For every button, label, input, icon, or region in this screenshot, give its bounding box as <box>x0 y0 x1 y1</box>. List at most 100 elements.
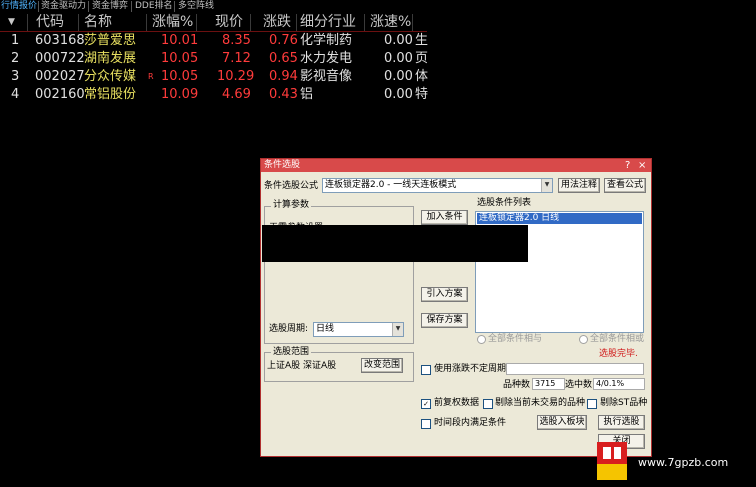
column-divider <box>250 14 251 31</box>
tab-capital-drive[interactable]: 资金驱动力 <box>41 0 86 13</box>
stock-code: 002027 <box>35 69 85 84</box>
column-divider <box>296 14 297 31</box>
tab-dde-rank[interactable]: DDE排名 <box>135 0 173 13</box>
close-icon[interactable]: × <box>638 159 646 172</box>
count-label: 品种数 <box>503 380 531 390</box>
column-header-code[interactable]: 代码 <box>36 13 64 32</box>
pre-rights-checkbox[interactable]: ✓ <box>421 399 431 409</box>
tab-bull-bear[interactable]: 多空阵线 <box>178 0 214 13</box>
change-pct: 10.01 <box>161 33 199 48</box>
redacted-area <box>262 225 528 262</box>
column-divider <box>412 14 413 31</box>
watermark-logo-icon <box>597 442 627 480</box>
price: 4.69 <box>222 87 251 102</box>
save-scheme-button[interactable]: 保存方案 <box>421 313 468 328</box>
price: 8.35 <box>222 33 251 48</box>
speed: 0.00 <box>384 87 413 102</box>
change-amount: 0.94 <box>269 69 298 84</box>
stock-name: 莎普爱思 <box>84 33 137 48</box>
period-select[interactable]: 日线 ▼ <box>313 322 404 337</box>
change-range-button[interactable]: 改变范围 <box>361 358 403 373</box>
industry: 化学制药 <box>300 33 353 48</box>
stock-name: 常铝股份 <box>84 87 137 102</box>
column-header-speed[interactable]: 涨速% <box>370 13 411 32</box>
time-range-checkbox[interactable] <box>421 419 431 429</box>
sort-indicator-icon[interactable]: ▼ <box>8 13 15 32</box>
column-divider <box>196 14 197 31</box>
change-amount: 0.65 <box>269 51 298 66</box>
dialog-title: 条件选股 <box>264 160 301 170</box>
change-pct: 10.05 <box>161 51 199 66</box>
formula-select[interactable]: 连板锁定器2.0 - 一线天连板模式 ▼ <box>322 178 553 193</box>
stock-code: 000722 <box>35 51 85 66</box>
help-icon[interactable]: ? <box>625 159 630 172</box>
row-index: 4 <box>11 87 20 102</box>
exclude-suspended-checkbox[interactable] <box>483 399 493 409</box>
import-scheme-button[interactable]: 引入方案 <box>421 287 468 302</box>
view-formula-button[interactable]: 查看公式 <box>604 178 646 193</box>
column-header-change-pct[interactable]: 涨幅% <box>152 13 193 32</box>
industry: 铝 <box>300 87 314 102</box>
period-value: 日线 <box>316 324 335 334</box>
range-text: 上证A股 深证A股 <box>267 361 337 371</box>
count-value: 3715 <box>532 378 565 390</box>
watermark-logo <box>597 442 627 480</box>
column-divider <box>364 14 365 31</box>
exclude-suspended-label: 剔除当前未交易的品种 <box>495 398 586 408</box>
price: 7.12 <box>222 51 251 66</box>
change-amount: 0.43 <box>269 87 298 102</box>
formula-value: 连板锁定器2.0 - 一线天连板模式 <box>325 180 457 190</box>
uncertain-period-checkbox[interactable] <box>421 365 431 375</box>
extra-column-text: 页 <box>415 51 429 66</box>
condition-list-item[interactable]: 连板锁定器2.0 日线 <box>477 213 642 224</box>
row-index: 3 <box>11 69 20 84</box>
tab-divider <box>88 1 89 12</box>
extra-column-text: 生 <box>415 33 429 48</box>
condition-list-label: 选股条件列表 <box>477 198 532 208</box>
tab-divider <box>38 1 39 12</box>
into-block-button[interactable]: 选股入板块 <box>537 415 587 430</box>
stock-screener-dialog: 条件选股 ? × 条件选股公式 连板锁定器2.0 - 一线天连板模式 ▼ 用法注… <box>260 158 652 457</box>
stock-code: 603168 <box>35 33 85 48</box>
industry: 水力发电 <box>300 51 353 66</box>
column-header-change[interactable]: 涨跌 <box>263 13 291 32</box>
selected-label: 选中数 <box>565 380 593 390</box>
period-label: 选股周期: <box>269 324 309 334</box>
exclude-st-checkbox[interactable] <box>587 399 597 409</box>
period-field[interactable] <box>506 363 644 375</box>
usage-notes-button[interactable]: 用法注释 <box>558 178 600 193</box>
radio-and[interactable] <box>477 335 486 344</box>
tab-bar: 行情报价 资金驱动力 资金博弈 DDE排名 多空阵线 <box>0 0 756 13</box>
tab-capital-game[interactable]: 资金博弈 <box>92 0 128 13</box>
formula-label: 条件选股公式 <box>264 181 319 191</box>
column-divider <box>146 14 147 31</box>
price: 10.29 <box>217 69 255 84</box>
radio-and-label: 全部条件相与 <box>488 334 543 344</box>
dialog-titlebar[interactable]: 条件选股 ? × <box>261 159 651 172</box>
tab-quotes[interactable]: 行情报价 <box>1 0 37 13</box>
stock-name: 分众传媒 <box>84 69 137 84</box>
row-index: 1 <box>11 33 20 48</box>
change-pct: 10.05 <box>161 69 199 84</box>
status-text: 选股完毕. <box>599 349 638 359</box>
column-header-industry[interactable]: 细分行业 <box>300 13 356 32</box>
chevron-down-icon[interactable]: ▼ <box>392 323 403 336</box>
radio-or[interactable] <box>579 335 588 344</box>
extra-column-text: 体 <box>415 69 429 84</box>
change-amount: 0.76 <box>269 33 298 48</box>
tab-divider <box>131 1 132 12</box>
extra-column-text: 特 <box>415 87 429 102</box>
calc-params-title: 计算参数 <box>271 200 312 210</box>
column-divider <box>27 14 28 31</box>
speed: 0.00 <box>384 33 413 48</box>
column-header-name[interactable]: 名称 <box>84 13 112 32</box>
add-condition-button[interactable]: 加入条件 <box>421 210 468 225</box>
watermark-text: www.7gpzb.com <box>638 456 729 469</box>
chevron-down-icon[interactable]: ▼ <box>541 179 552 192</box>
exclude-st-label: 剔除ST品种 <box>600 398 648 408</box>
execute-button[interactable]: 执行选股 <box>598 415 645 430</box>
pre-rights-label: 前复权数据 <box>434 398 480 408</box>
range-title: 选股范围 <box>271 347 312 357</box>
column-header-price[interactable]: 现价 <box>215 13 243 32</box>
radio-or-label: 全部条件相或 <box>590 334 645 344</box>
